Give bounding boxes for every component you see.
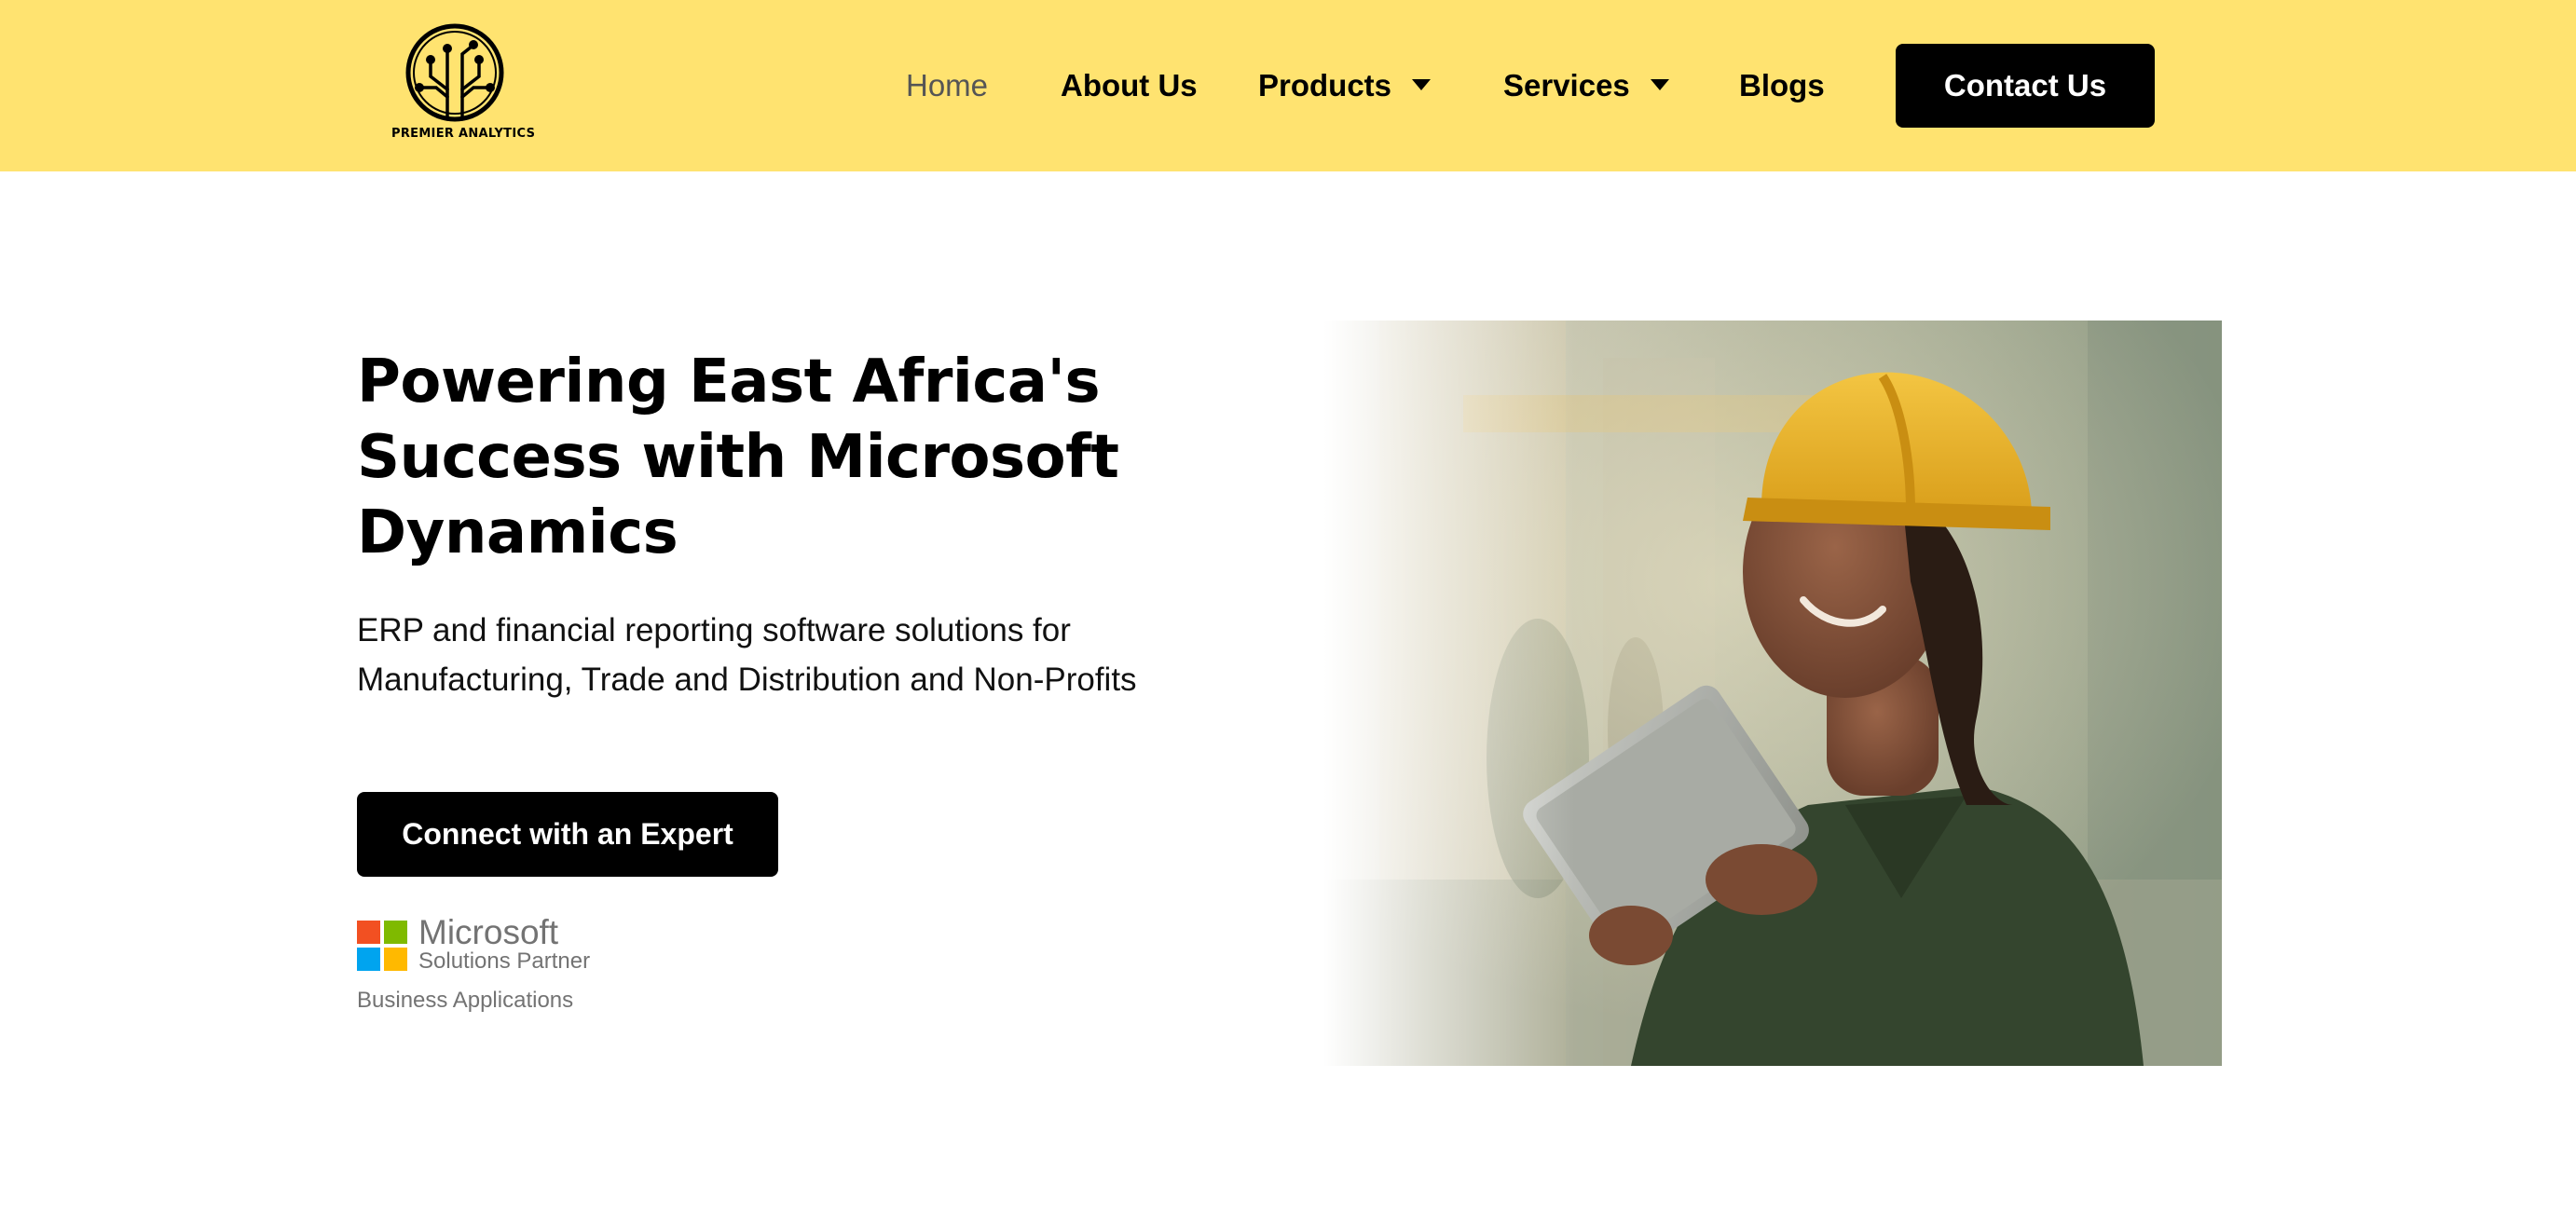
chevron-down-icon: [1412, 79, 1432, 91]
solutions-partner-label: Solutions Partner: [418, 948, 591, 974]
hero-subtitle-line-1: ERP and financial reporting software sol…: [357, 612, 1071, 648]
nav-services-label: Services: [1503, 68, 1630, 102]
chevron-down-icon: [1650, 79, 1669, 91]
nav-products-label: Products: [1258, 68, 1392, 102]
site-header: PREMIER ANALYTICS Home About Us Products…: [0, 0, 2576, 171]
contact-us-button[interactable]: Contact Us: [1896, 44, 2155, 128]
brand-name: PREMIER ANALYTICS: [391, 127, 536, 141]
microsoft-logo-icon: [357, 921, 407, 971]
nav-blogs[interactable]: Blogs: [1739, 63, 1825, 108]
brand-logo[interactable]: PREMIER ANALYTICS: [391, 22, 536, 151]
microsoft-wordmark: Microsoft: [418, 913, 559, 951]
microsoft-partner-badge: Microsoft Solutions Partner Business App…: [357, 913, 655, 1019]
hero-subtitle-line-2: Manufacturing, Trade and Distribution an…: [357, 662, 1137, 698]
business-applications-label: Business Applications: [357, 988, 574, 1013]
nav-home[interactable]: Home: [906, 63, 988, 108]
connect-expert-button[interactable]: Connect with an Expert: [357, 792, 778, 877]
nav-services[interactable]: Services: [1503, 63, 1669, 108]
hero-title: Powering East Africa's Success with Micr…: [357, 348, 1119, 567]
worker-with-tablet-photo: [1323, 321, 2222, 1066]
circuit-tree-icon: [405, 23, 504, 122]
hero-subtitle: ERP and financial reporting software sol…: [357, 606, 1233, 704]
nav-products[interactable]: Products: [1258, 63, 1432, 108]
nav-about-us[interactable]: About Us: [1061, 63, 1198, 108]
